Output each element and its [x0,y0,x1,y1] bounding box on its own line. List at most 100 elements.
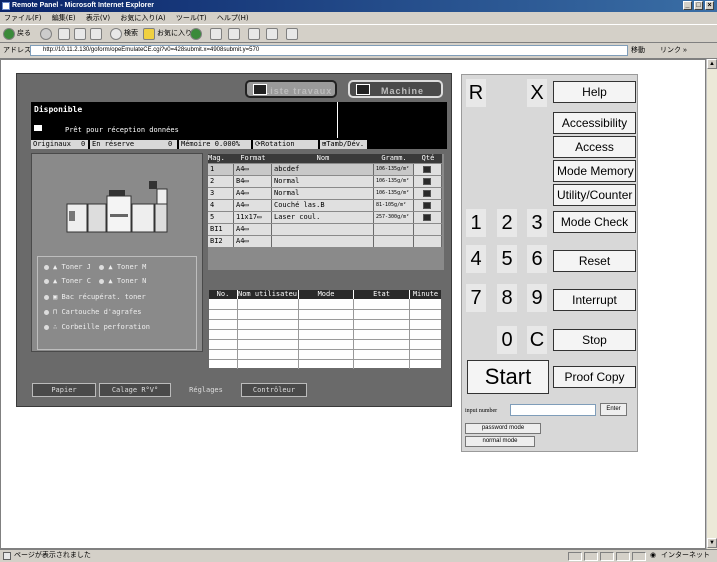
tray-name: Laser coul. [272,212,374,223]
settings-button[interactable]: Réglages [174,383,238,397]
key-8[interactable]: 8 [496,283,518,313]
reset-button[interactable]: Reset [553,250,636,272]
menu-tools[interactable]: ツール(T) [176,14,207,22]
tray-row[interactable]: BI1 A4▭ [208,224,442,235]
key-clear[interactable]: C [526,325,548,355]
close-button[interactable]: × [705,1,714,10]
tray-row[interactable]: 4 A4▭ Couché las.B 81-105g/m² [208,200,442,211]
tray-row[interactable]: BI2 A4▭ [208,236,442,247]
tab-machine[interactable]: Machine [348,80,443,98]
duplex-adjust-button[interactable]: Calage R°V° [99,383,171,397]
mail-icon[interactable] [228,28,240,40]
key-6[interactable]: 6 [526,244,548,274]
tray-mag: 1 [208,164,234,175]
paper-button[interactable]: Papier [32,383,96,397]
minimize-button[interactable]: _ [683,1,692,10]
favorites-button[interactable]: お気に入り [157,28,192,40]
back-arrow-icon[interactable] [3,28,15,40]
tray-format: A4▭ [234,224,272,235]
paper-level-icon [423,214,431,221]
stop-icon[interactable] [58,28,70,40]
utility-counter-button[interactable]: Utility/Counter [553,184,636,206]
print-icon[interactable] [248,28,260,40]
key-1[interactable]: 1 [465,208,487,238]
help-button[interactable]: Help [553,81,636,103]
go-button[interactable]: 移動 [631,45,645,56]
tray-mag: 2 [208,176,234,187]
scroll-down-icon[interactable]: ▼ [707,538,717,548]
back-button[interactable]: 戻る [17,28,31,40]
tray-mag: 5 [208,212,234,223]
tray-gram: 106-135g/m² [374,188,414,199]
key-0[interactable]: 0 [496,325,518,355]
start-button[interactable]: Start [467,360,549,394]
edit-icon[interactable] [266,28,278,40]
accessibility-button[interactable]: Accessibility [553,112,636,134]
messenger-icon[interactable] [286,28,298,40]
proof-copy-button[interactable]: Proof Copy [553,366,636,388]
key-7[interactable]: 7 [465,283,487,313]
list-icon [253,84,267,95]
search-icon[interactable] [110,28,122,40]
tab-job-list[interactable]: Liste travaux [245,80,337,98]
menu-help[interactable]: ヘルプ(H) [217,14,249,22]
status-dot-icon [99,278,105,284]
home-icon[interactable] [90,28,102,40]
window-titlebar: Remote Panel - Microsoft Internet Explor… [0,0,717,12]
page-content: Liste travaux Machine Disponible Prêt po… [0,59,706,549]
menu-view[interactable]: 表示(V) [86,14,110,22]
key-3[interactable]: 3 [526,208,548,238]
job-header-minute: Minute [410,290,441,299]
maximize-button[interactable]: □ [694,1,703,10]
input-number-label: input number [465,408,498,414]
tray-row[interactable]: 1 A4▭ abcdef 106-135g/m² [208,164,442,175]
history-icon[interactable] [210,28,222,40]
scroll-up-icon[interactable]: ▲ [707,59,717,69]
vertical-scrollbar[interactable]: ▲ ▼ [706,59,717,549]
tray-name: Normal [272,188,374,199]
refresh-icon[interactable] [74,28,86,40]
tray-row[interactable]: 3 A4▭ Normal 106-135g/m² [208,188,442,199]
mode-memory-button[interactable]: Mode Memory [553,160,636,182]
info-bar: Originaux 0 En réserve 0 Mémoire 0.000% … [31,140,447,149]
punch-icon: ∴ [53,323,58,331]
input-number-field[interactable] [510,404,596,416]
key-2[interactable]: 2 [496,208,518,238]
access-button[interactable]: Access [553,136,636,158]
password-mode-button[interactable]: password mode [465,423,541,434]
tray-row[interactable]: 2 B4▭ Normal 106-135g/m² [208,176,442,187]
controller-button[interactable]: Contrôleur [241,383,307,397]
menu-bar: ファイル(F) 編集(E) 表示(V) お気に入り(A) ツール(T) ヘルプ(… [0,12,717,24]
r-key[interactable]: R [465,78,487,108]
links-menu[interactable]: リンク » [660,45,687,56]
menu-favorites[interactable]: お気に入り(A) [120,14,165,22]
search-button[interactable]: 検索 [124,28,138,40]
key-4[interactable]: 4 [465,244,487,274]
paper-level-icon [423,166,431,173]
staple-icon: ⊓ [53,308,58,316]
interrupt-button[interactable]: Interrupt [553,289,636,311]
mode-check-button[interactable]: Mode Check [553,211,636,233]
stop-button[interactable]: Stop [553,329,636,351]
normal-mode-button[interactable]: normal mode [465,436,535,447]
key-9[interactable]: 9 [526,283,548,313]
favorites-star-icon[interactable] [143,28,155,40]
waste-toner-icon: ▣ [53,293,58,301]
tab-job-list-label: Liste travaux [263,86,333,96]
address-input[interactable]: http://10.11.2.130/goform/opeEmulateCE.c… [30,45,628,56]
tray-row[interactable]: 5 11x17▭ Laser coul. 257-300g/m² [208,212,442,223]
forward-arrow-icon[interactable] [40,28,52,40]
enter-button[interactable]: Enter [600,403,627,416]
menu-edit[interactable]: 編集(E) [52,14,76,22]
alert-punch: ∴ Corbeille perforation [44,321,150,333]
key-5[interactable]: 5 [496,244,518,274]
media-icon[interactable] [190,28,202,40]
status-dot-icon [44,278,49,284]
rotation-indicator: ⟳Rotation [253,140,319,149]
menu-file[interactable]: ファイル(F) [4,14,42,22]
tray-header-gram: Gramm. [374,154,414,163]
tray-qty [414,212,442,223]
job-table: No. Nom utilisateur Mode Etat Minute [208,289,442,369]
tray-gram: 257-300g/m² [374,212,414,223]
x-key[interactable]: X [526,78,548,108]
